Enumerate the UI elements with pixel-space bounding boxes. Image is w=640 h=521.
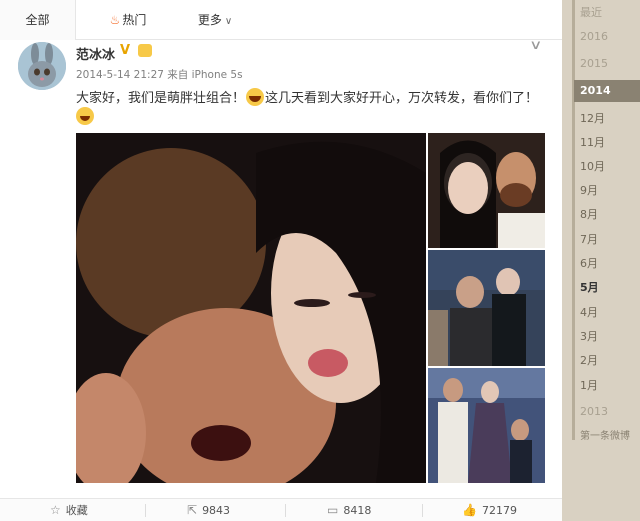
timeline-month[interactable]: 11月 bbox=[580, 134, 605, 150]
favorite-button[interactable]: ☆ 收藏 bbox=[50, 499, 88, 521]
bunny-avatar-icon bbox=[18, 42, 66, 90]
timeline-month[interactable]: 10月 bbox=[580, 158, 605, 174]
timeline-year-2013[interactable]: 2013 bbox=[580, 405, 608, 418]
expand-menu-icon[interactable]: ∨ bbox=[529, 38, 542, 53]
timeline-month-current[interactable]: 5月 bbox=[580, 279, 599, 295]
feed-panel: 全部 ♨ 热门 更多 ∨ 范冰冰 V 2014-5-14 21:27 来自 iPho… bbox=[0, 0, 562, 521]
timeline-rail bbox=[572, 0, 575, 440]
chevron-down-icon: ∨ bbox=[224, 16, 233, 27]
avatar[interactable] bbox=[18, 42, 66, 90]
timeline-month[interactable]: 3月 bbox=[580, 328, 598, 344]
timeline-year-2016[interactable]: 2016 bbox=[580, 30, 608, 43]
timeline-month[interactable]: 8月 bbox=[580, 206, 598, 222]
forward-icon: ⇱ bbox=[187, 503, 198, 517]
star-icon: ☆ bbox=[50, 503, 61, 517]
forward-button[interactable]: ⇱ 9843 bbox=[187, 499, 230, 521]
post-meta: 2014-5-14 21:27 来自 iPhone 5s bbox=[76, 69, 243, 81]
member-icon bbox=[138, 44, 152, 57]
divider bbox=[422, 504, 423, 517]
post-text: 大家好，我们是萌胖壮组合！ 这几天看到大家好开心，万次转发，看你们了！ bbox=[76, 88, 546, 109]
side-photo-1[interactable] bbox=[428, 133, 545, 248]
timeline-year-2015[interactable]: 2015 bbox=[580, 57, 608, 70]
timeline-month[interactable]: 9月 bbox=[580, 182, 598, 198]
timeline-month[interactable]: 6月 bbox=[580, 255, 598, 271]
timeline-month[interactable]: 7月 bbox=[580, 231, 598, 247]
tab-hot[interactable]: ♨ 热门 bbox=[108, 0, 148, 40]
selfie-image bbox=[76, 133, 426, 483]
tab-more[interactable]: 更多 ∨ bbox=[190, 0, 240, 40]
timeline-month[interactable]: 1月 bbox=[580, 377, 598, 393]
timeline-recent[interactable]: 最近 bbox=[580, 4, 602, 20]
tab-all[interactable]: 全部 bbox=[0, 0, 76, 40]
username[interactable]: 范冰冰 bbox=[76, 44, 115, 63]
like-button[interactable]: 👍 72179 bbox=[462, 499, 517, 521]
thumbnail-image bbox=[428, 133, 545, 248]
timeline-first-post[interactable]: 第一条微博 bbox=[580, 427, 630, 442]
flame-icon: ♨ bbox=[109, 13, 121, 27]
grin-emoji-icon bbox=[76, 107, 94, 125]
timeline-year-2014[interactable]: 2014 bbox=[574, 80, 640, 102]
divider bbox=[285, 504, 286, 517]
laughing-emoji-icon bbox=[246, 88, 265, 106]
side-photo-3[interactable] bbox=[428, 368, 545, 483]
timeline-sidebar: 最近 2016 2015 2014 12月 11月 10月 9月 8月 7月 6… bbox=[562, 0, 640, 521]
timeline-month[interactable]: 12月 bbox=[580, 110, 605, 126]
comment-button[interactable]: ▭ 8418 bbox=[327, 499, 371, 521]
timeline-month[interactable]: 2月 bbox=[580, 352, 598, 368]
thumbnail-image bbox=[428, 368, 545, 483]
action-bar: ☆ 收藏 ⇱ 9843 ▭ 8418 👍 72179 bbox=[0, 498, 562, 521]
thumbnail-image bbox=[428, 250, 545, 366]
timeline-month[interactable]: 4月 bbox=[580, 304, 598, 320]
comment-icon: ▭ bbox=[327, 503, 339, 517]
divider bbox=[145, 504, 146, 517]
main-photo[interactable] bbox=[76, 133, 426, 483]
thumbs-up-icon: 👍 bbox=[462, 503, 477, 517]
side-photo-2[interactable] bbox=[428, 250, 545, 366]
feed-tabs: 全部 ♨ 热门 更多 ∨ bbox=[0, 0, 562, 40]
verified-icon: V bbox=[120, 43, 131, 58]
